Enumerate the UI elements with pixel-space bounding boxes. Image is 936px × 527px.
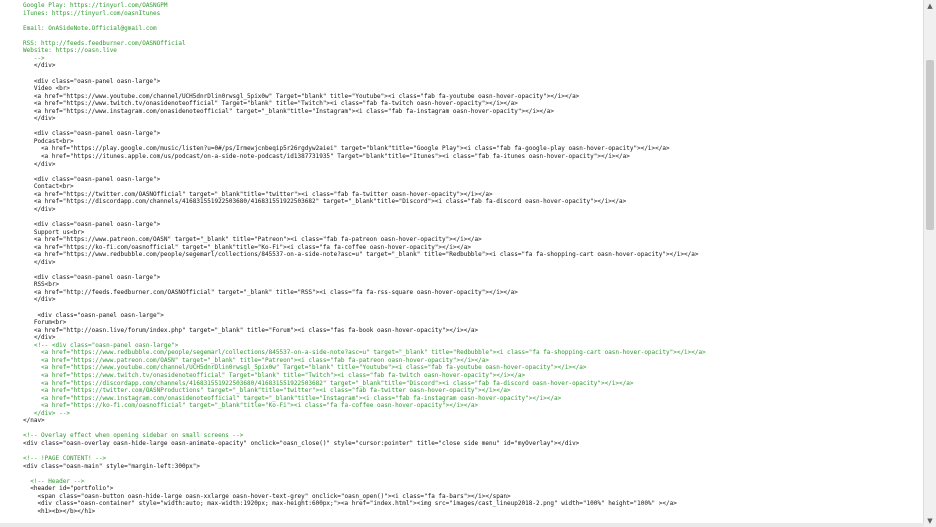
vertical-scrollbar[interactable]: ▲ ▼ bbox=[923, 0, 936, 527]
code-editor[interactable]: Google Play: https://tinyurl.com/OASNGPM… bbox=[0, 0, 924, 527]
scroll-up-arrow-icon[interactable]: ▲ bbox=[924, 0, 936, 12]
scrollbar-thumb[interactable] bbox=[926, 60, 934, 230]
scroll-down-arrow-icon[interactable]: ▼ bbox=[924, 515, 936, 527]
horizontal-scrollbar[interactable] bbox=[0, 523, 924, 527]
